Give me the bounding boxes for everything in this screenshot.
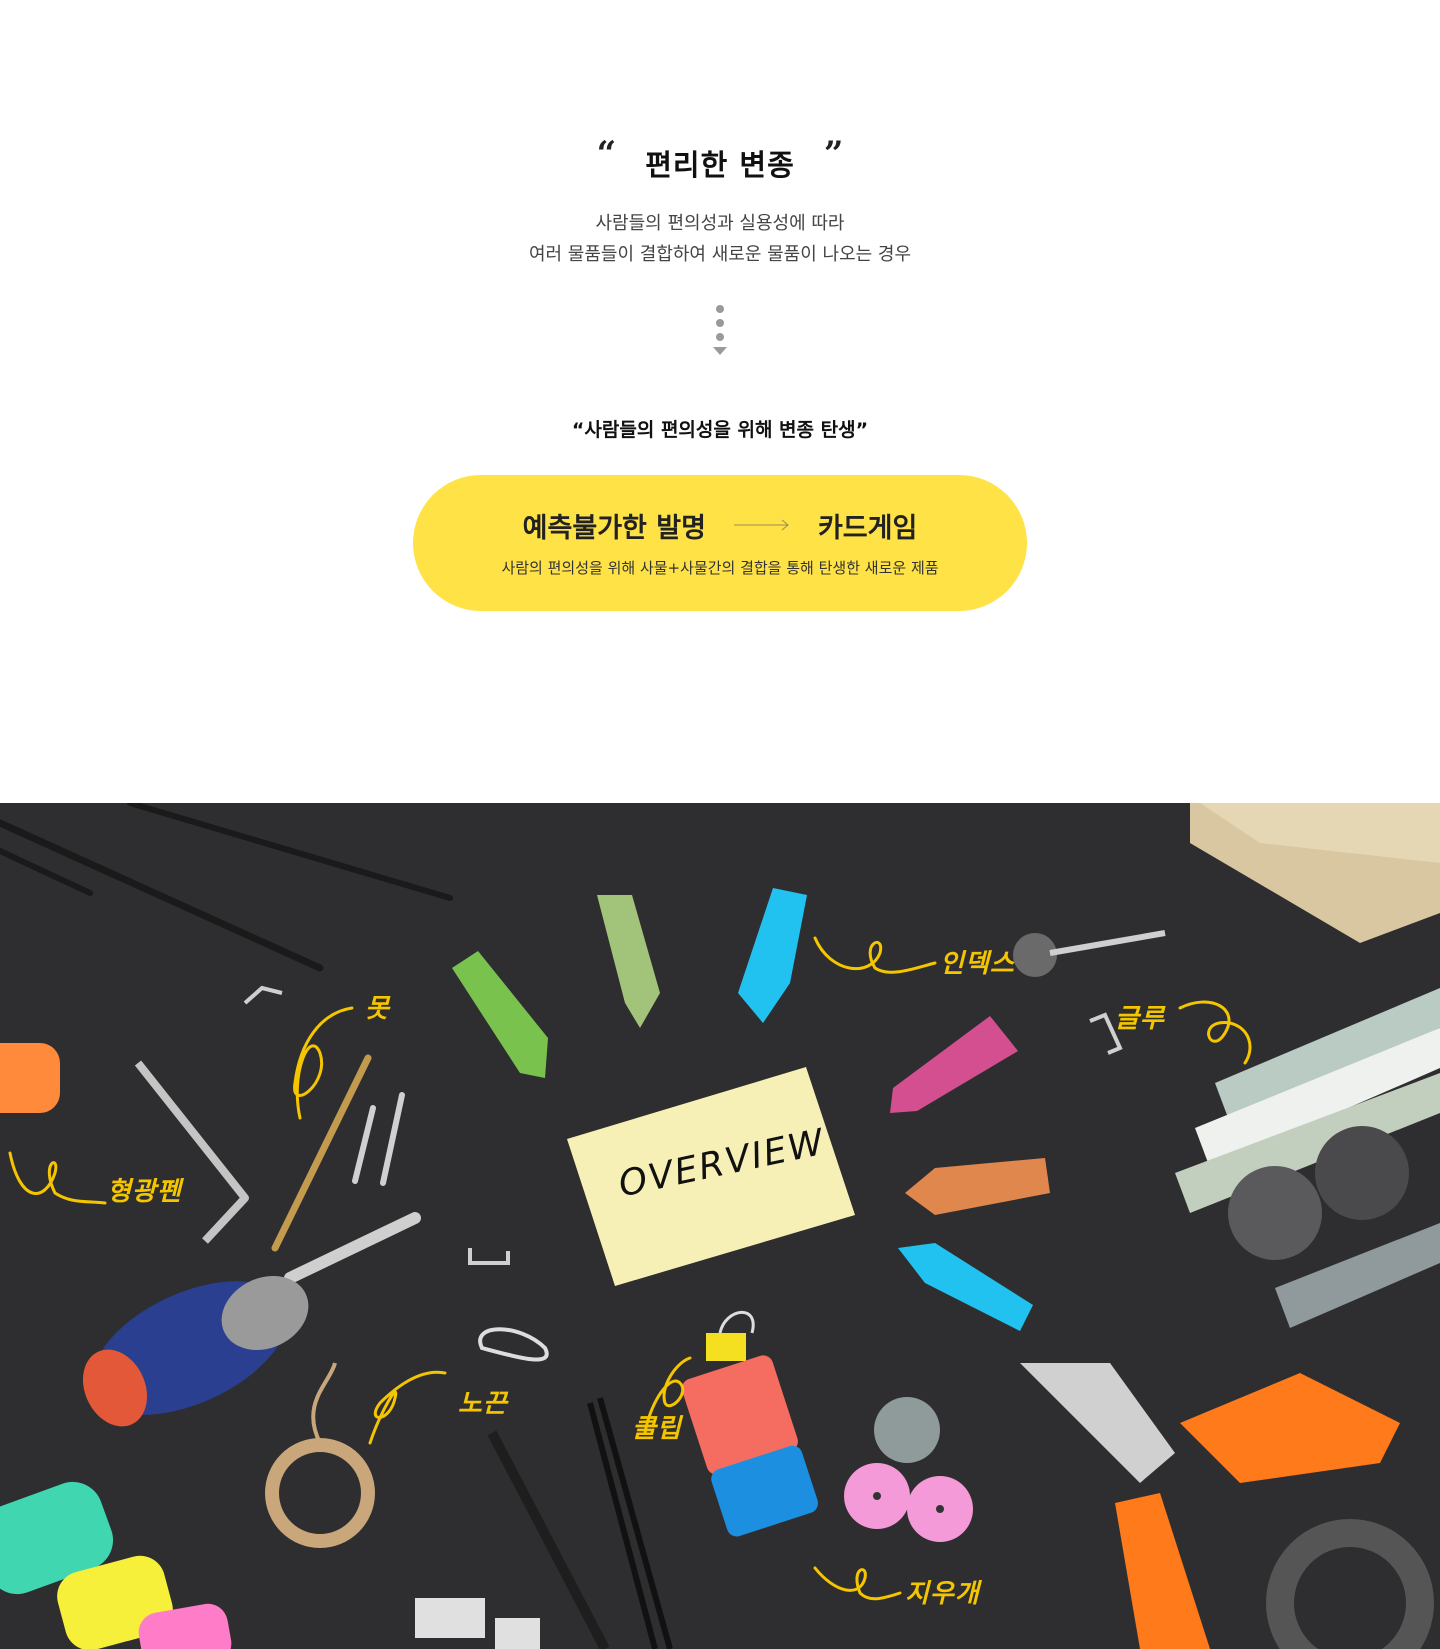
section-heading: “ 편리한 변종 ” — [0, 134, 1440, 184]
open-quote: “ — [596, 134, 617, 174]
section-title: 편리한 변종 — [645, 148, 795, 182]
grinding-disc-icon — [874, 1397, 940, 1463]
highlight-subtext: 사람의 편의성을 위해 사물+사물간의 결합을 통해 탄생한 새로운 제품 — [501, 559, 939, 577]
description-line-1: 사람들의 편의성과 실용성에 따라 — [595, 213, 845, 234]
label-glue: 글루 — [1115, 1004, 1165, 1034]
highlight-pill: 예측불가한 발명 카드게임 사람의 편의성을 위해 사물+사물간의 결합을 통해… — [413, 475, 1027, 611]
tagline: “사람들의 편의성을 위해 변종 탄생” — [571, 419, 869, 441]
arrow-right-icon — [733, 518, 790, 532]
label-nail: 못 — [365, 994, 390, 1024]
label-highlighter: 형광펜 — [107, 1177, 182, 1207]
description-line-2: 여러 물품들이 결합하여 새로운 물품이 나오는 경우 — [528, 244, 912, 265]
label-eraser: 지우개 — [905, 1579, 980, 1609]
tools-illustration — [0, 803, 1440, 1649]
highlight-left-text: 예측불가한 발명 — [522, 512, 706, 544]
label-index: 인덱스 — [940, 949, 1015, 979]
tools-photo: OVERVIEW 못 인덱스 글루 형광펜 노끈 클립 지우개 — [0, 803, 1440, 1649]
highlighter-icon — [0, 1043, 60, 1113]
scroll-down-indicator-icon — [713, 305, 727, 363]
intro-section: “ 편리한 변종 ” 사람들의 편의성과 실용성에 따라 여러 물품들이 결합하… — [0, 0, 1440, 803]
label-clip: 클립 — [632, 1414, 682, 1444]
section-description: 사람들의 편의성과 실용성에 따라 여러 물품들이 결합하여 새로운 물품이 나… — [0, 208, 1440, 270]
close-quote: ” — [823, 134, 844, 174]
label-string: 노끈 — [458, 1389, 508, 1419]
highlight-right-text: 카드게임 — [817, 512, 918, 544]
binder-clip-icon — [706, 1333, 746, 1361]
magnet-icon — [1228, 1166, 1322, 1260]
